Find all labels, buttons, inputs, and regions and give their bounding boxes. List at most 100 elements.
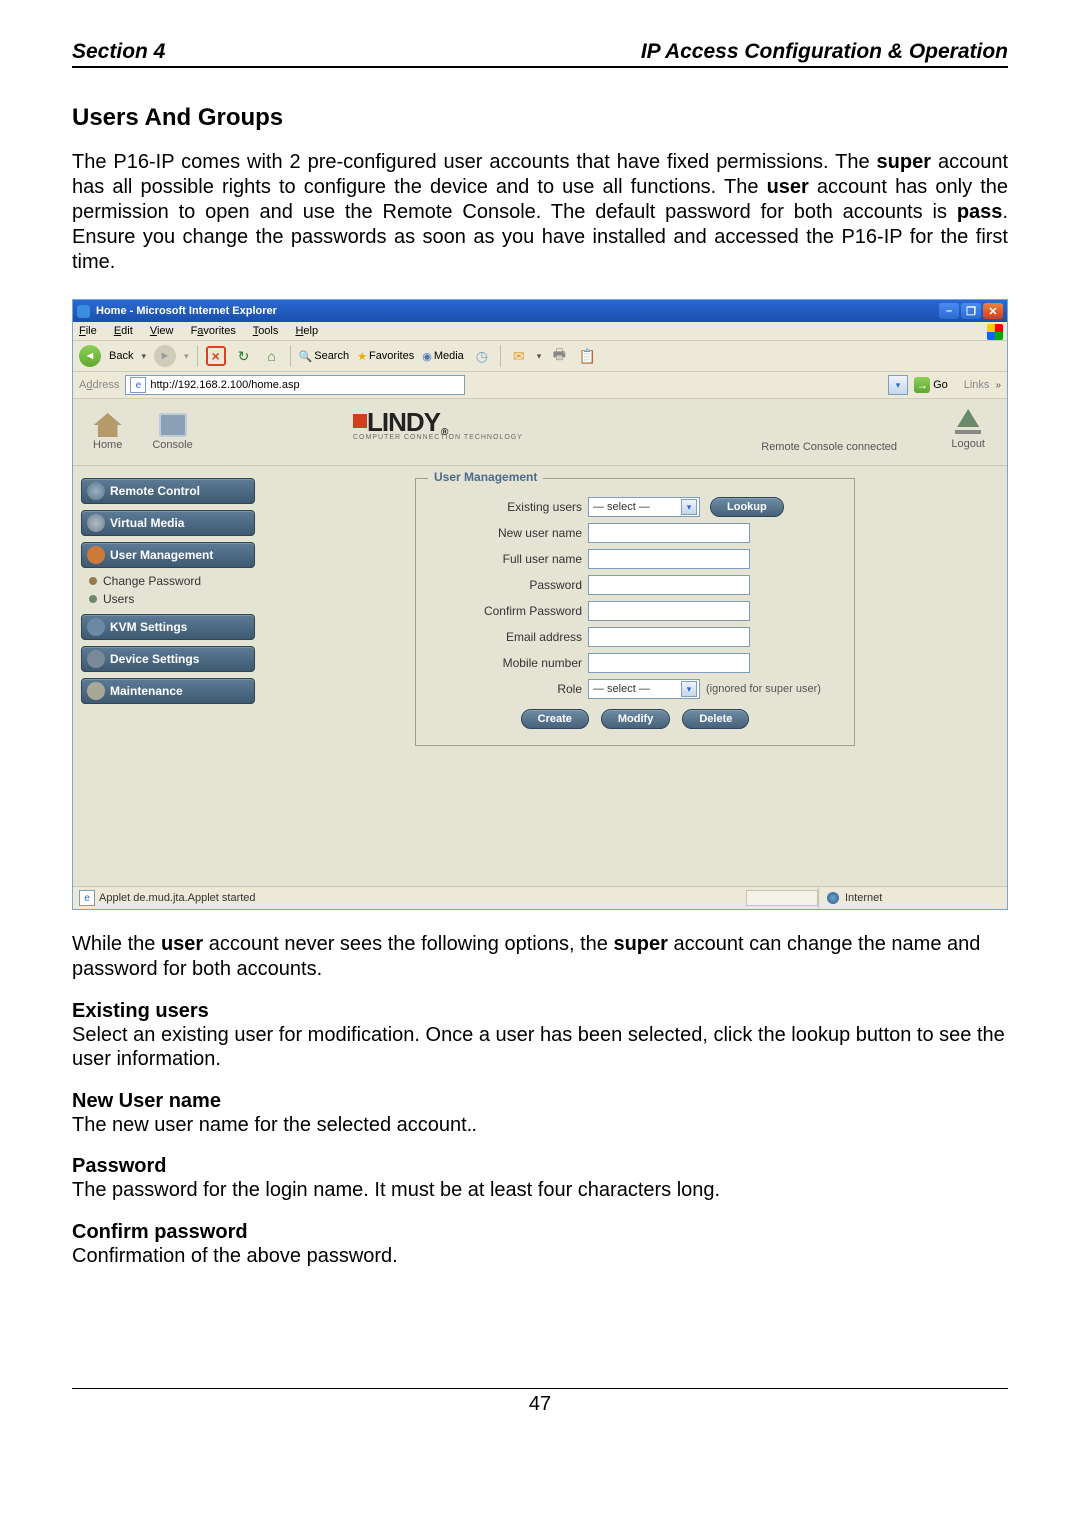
chevron-down-icon: ▾ bbox=[681, 499, 697, 515]
email-input[interactable] bbox=[588, 627, 750, 647]
bullet-icon bbox=[89, 595, 97, 603]
existing-users-select[interactable]: — select — ▾ bbox=[588, 497, 700, 517]
sidebar-item-maintenance[interactable]: Maintenance bbox=[81, 678, 255, 704]
subhead-confirm-password: Confirm password bbox=[72, 1221, 1008, 1244]
text-confirm-password: Confirmation of the above password. bbox=[72, 1244, 1008, 1268]
edit-icon[interactable]: 📋 bbox=[577, 346, 597, 366]
sidebar-sub-users[interactable]: Users bbox=[85, 590, 255, 608]
remote-console-status: Remote Console connected bbox=[761, 441, 897, 453]
favorites-button[interactable]: ★Favorites bbox=[357, 350, 414, 363]
intro-super: super bbox=[877, 151, 931, 173]
intro-pass: pass bbox=[957, 201, 1003, 223]
ie-icon bbox=[77, 305, 90, 318]
stop-icon[interactable]: × bbox=[206, 346, 226, 366]
window-title: Home - Microsoft Internet Explorer bbox=[96, 305, 277, 317]
mobile-input[interactable] bbox=[588, 653, 750, 673]
address-input[interactable]: e http://192.168.2.100/home.asp bbox=[125, 375, 465, 395]
user-management-icon bbox=[87, 546, 105, 564]
role-select[interactable]: — select — ▾ bbox=[588, 679, 700, 699]
section-header-left: Section 4 bbox=[72, 40, 165, 64]
close-button[interactable]: ✕ bbox=[983, 303, 1003, 319]
nav-logout[interactable]: Logout bbox=[951, 409, 985, 450]
mail-dropdown-icon[interactable]: ▾ bbox=[537, 351, 542, 362]
links-label[interactable]: Links bbox=[964, 379, 990, 391]
sidebar-item-user-management[interactable]: User Management bbox=[81, 542, 255, 568]
back-dropdown-icon[interactable]: ▾ bbox=[141, 351, 146, 362]
sidebar-item-remote-control[interactable]: Remote Control bbox=[81, 478, 255, 504]
menu-tools[interactable]: Tools bbox=[253, 325, 279, 337]
after-screenshot-paragraph: While the user account never sees the fo… bbox=[72, 932, 1008, 982]
maintenance-icon bbox=[87, 682, 105, 700]
media-button[interactable]: ◉Media bbox=[422, 350, 464, 363]
window-titlebar: Home - Microsoft Internet Explorer – ❐ ✕ bbox=[73, 300, 1007, 322]
subhead-existing-users: Existing users bbox=[72, 1000, 1008, 1023]
brand-subtitle: COMPUTER CONNECTION TECHNOLOGY bbox=[353, 434, 523, 441]
text-password: The password for the login name. It must… bbox=[72, 1178, 1008, 1202]
print-icon[interactable]: 🖶 bbox=[549, 346, 569, 366]
password-input[interactable] bbox=[588, 575, 750, 595]
page-content: Home Console LINDY ® COMPUTER CONNECTION… bbox=[73, 399, 1007, 886]
maximize-button[interactable]: ❐ bbox=[961, 303, 981, 319]
chevron-down-icon: ▾ bbox=[681, 681, 697, 697]
role-note: (ignored for super user) bbox=[706, 683, 821, 695]
separator bbox=[500, 345, 501, 367]
links-chevron-icon[interactable]: » bbox=[995, 380, 1001, 391]
history-icon[interactable]: ◷ bbox=[472, 346, 492, 366]
go-button[interactable]: → Go bbox=[914, 377, 948, 393]
menu-view[interactable]: View bbox=[150, 325, 174, 337]
subhead-new-user-name: New User name bbox=[72, 1090, 1008, 1113]
user-management-fieldset: User Management Existing users — select … bbox=[415, 478, 855, 746]
applet-icon: e bbox=[79, 890, 95, 906]
confirm-password-input[interactable] bbox=[588, 601, 750, 621]
sidebar-item-device-settings[interactable]: Device Settings bbox=[81, 646, 255, 672]
windows-flag-icon bbox=[987, 324, 1003, 340]
intro-text-1: The P16-IP comes with 2 pre-configured u… bbox=[72, 151, 877, 173]
sidebar-item-kvm-settings[interactable]: KVM Settings bbox=[81, 614, 255, 640]
modify-button[interactable]: Modify bbox=[601, 709, 670, 729]
full-user-name-input[interactable] bbox=[588, 549, 750, 569]
zone-label: Internet bbox=[845, 892, 882, 904]
mail-icon[interactable]: ✉ bbox=[509, 346, 529, 366]
delete-button[interactable]: Delete bbox=[682, 709, 749, 729]
new-user-name-input[interactable] bbox=[588, 523, 750, 543]
brand-logo: LINDY ® COMPUTER CONNECTION TECHNOLOGY bbox=[353, 407, 523, 441]
nav-console[interactable]: Console bbox=[152, 413, 192, 451]
progress-bar bbox=[746, 890, 818, 906]
remote-control-icon bbox=[87, 482, 105, 500]
label-new-user-name: New user name bbox=[432, 526, 588, 540]
kvm-icon bbox=[87, 618, 105, 636]
internet-icon bbox=[827, 892, 839, 904]
label-mobile: Mobile number bbox=[432, 656, 588, 670]
lookup-button[interactable]: Lookup bbox=[710, 497, 784, 517]
fieldset-legend: User Management bbox=[428, 470, 543, 484]
sidebar-sub-change-password[interactable]: Change Password bbox=[85, 572, 255, 590]
sidebar-item-virtual-media[interactable]: Virtual Media bbox=[81, 510, 255, 536]
home-icon bbox=[94, 413, 122, 437]
refresh-icon[interactable]: ↻ bbox=[234, 346, 254, 366]
back-label[interactable]: Back bbox=[109, 350, 133, 362]
label-confirm-password: Confirm Password bbox=[432, 604, 588, 618]
home-icon[interactable]: ⌂ bbox=[262, 346, 282, 366]
go-icon: → bbox=[914, 377, 930, 393]
address-dropdown-icon[interactable]: ▾ bbox=[888, 375, 908, 395]
create-button[interactable]: Create bbox=[521, 709, 589, 729]
search-button[interactable]: 🔍Search bbox=[299, 350, 350, 363]
back-button[interactable]: ◄ bbox=[79, 345, 101, 367]
virtual-media-icon bbox=[87, 514, 105, 532]
menu-edit[interactable]: Edit bbox=[114, 325, 133, 337]
forward-button[interactable]: ► bbox=[154, 345, 176, 367]
device-icon bbox=[87, 650, 105, 668]
nav-home[interactable]: Home bbox=[93, 413, 122, 451]
address-url: http://192.168.2.100/home.asp bbox=[150, 379, 299, 391]
page-icon: e bbox=[130, 377, 146, 393]
text-existing-users: Select an existing user for modification… bbox=[72, 1023, 1008, 1072]
page-title: Users And Groups bbox=[72, 104, 1008, 132]
menu-help[interactable]: Help bbox=[295, 325, 318, 337]
sidebar-submenu: Change Password Users bbox=[85, 572, 255, 608]
minimize-button[interactable]: – bbox=[939, 303, 959, 319]
menu-favorites[interactable]: Favorites bbox=[191, 325, 236, 337]
sidebar: Remote Control Virtual Media User Manage… bbox=[73, 466, 263, 722]
menu-file[interactable]: File bbox=[79, 325, 97, 337]
label-existing-users: Existing users bbox=[432, 500, 588, 514]
section-header-right: IP Access Configuration & Operation bbox=[641, 40, 1008, 64]
